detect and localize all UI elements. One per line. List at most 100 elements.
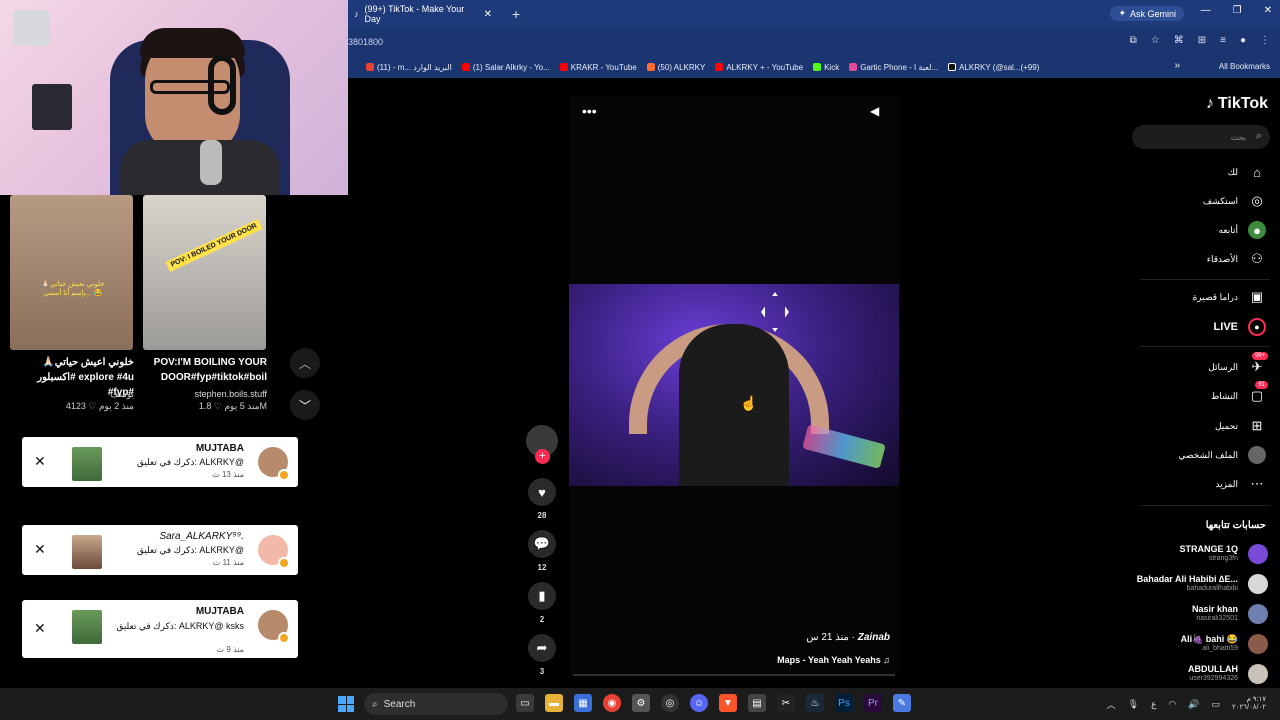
followed-account[interactable]: STRANGE 1Q strang3fn [1128, 542, 1268, 570]
video-author-name[interactable]: Zainab [858, 632, 890, 643]
brave-icon[interactable]: ▼ [719, 694, 737, 712]
video-stats: منذ 5 يوم ♡ 1.8M [143, 401, 267, 412]
like-button[interactable]: ♥ [528, 478, 556, 506]
followed-account[interactable]: Bahadar Ali Habibi ∆E... bahadurallhabib… [1128, 572, 1268, 600]
taskbar-search[interactable]: ⌕ Search [364, 693, 508, 715]
all-bookmarks-button[interactable]: All Bookmarks [1219, 62, 1270, 71]
bookmark-item[interactable]: ALKRKY + - YouTube [715, 63, 803, 72]
translate-icon[interactable]: ⧉ [1130, 35, 1137, 46]
notification-toast[interactable]: ✕ MUJTABA ذكرك في تعليق: ALKRKY@ منذ 13 … [22, 437, 298, 487]
close-icon[interactable]: ✕ [34, 620, 46, 637]
followed-account[interactable]: ABDULLAH user392994326 [1128, 662, 1268, 690]
nav-live[interactable]: LIVE ● [1126, 316, 1266, 338]
close-tab-icon[interactable]: ✕ [484, 9, 492, 20]
video-author[interactable]: stephen.boils.stuff [143, 389, 267, 399]
nav-upload[interactable]: تحميل ⊞ [1126, 415, 1266, 437]
search-icon: ⌕ [372, 698, 378, 710]
scroll-down-button[interactable]: ﹀ [290, 390, 320, 420]
nav-friends[interactable]: الأصدقاء ⚇ [1126, 248, 1266, 270]
queue-icon[interactable]: ≡ [1220, 35, 1226, 46]
wifi-icon[interactable]: ◠ [1168, 699, 1176, 710]
nav-following[interactable]: أتابعه ● [1126, 219, 1266, 241]
address-bar[interactable]: 3801800 ⧉ ☆ ⌘ ⊞ ≡ ● ⋮ [348, 28, 1280, 56]
bookmark-item[interactable]: (1) Salar Alkrky - Yo... [461, 63, 550, 72]
notification-toast[interactable]: ✕ Sara_ALKARKY⁹⁹. ذكرك في تعليق: ALKRKY@… [22, 525, 298, 575]
account-name: Bahadar Ali Habibi ∆E... [1136, 574, 1238, 584]
file-explorer-icon[interactable]: ▬ [545, 694, 563, 712]
video-progress-bar[interactable] [573, 674, 895, 676]
microphone-icon[interactable]: 🎙 [1128, 699, 1139, 710]
notepad-icon[interactable]: ✎ [893, 694, 911, 712]
bookmark-item[interactable]: Kick [813, 63, 839, 72]
video-author[interactable]: يوسف [10, 389, 134, 400]
capcut-icon[interactable]: ✂ [777, 694, 795, 712]
search-input[interactable]: بحث ⌕ [1132, 125, 1270, 149]
bookmark-item[interactable]: Gartic Phone - لعبة ا... [849, 63, 938, 72]
nav-for-you[interactable]: لك ⌂ [1126, 161, 1266, 183]
nav-activity[interactable]: النشاط ▢ 91 [1126, 381, 1268, 407]
bookmark-item[interactable]: KRAKR - YouTube [559, 63, 637, 72]
nav-more[interactable]: المزيد ⋯ [1126, 473, 1266, 495]
chevron-up-icon[interactable]: ︿ [1107, 698, 1116, 711]
more-bookmarks-icon[interactable]: » [1174, 60, 1180, 71]
new-tab-button[interactable]: + [512, 6, 520, 22]
url-text[interactable]: 3801800 [348, 37, 383, 47]
followed-account[interactable]: Nasir khan nasirali32501 [1128, 602, 1268, 630]
nav-profile[interactable]: الملف الشخصي [1126, 444, 1266, 466]
close-icon[interactable]: ✕ [34, 453, 46, 470]
browser-tab-tiktok[interactable]: ♪ (99+) TikTok - Make Your Day ✕ [348, 0, 498, 28]
app-icon[interactable]: ▤ [748, 694, 766, 712]
puzzle-icon[interactable]: ⊞ [1198, 35, 1206, 46]
followed-account[interactable]: Ali🍇 bahi 😂 ali_bhatti59 [1128, 632, 1268, 660]
comment-button[interactable]: 💬 [528, 530, 556, 558]
tiktok-logo[interactable]: ♪ TikTok [1206, 95, 1268, 113]
video-author-line[interactable]: منذ 21 س · Zainab [770, 632, 890, 643]
save-button[interactable]: ▮ [528, 582, 556, 610]
video-song[interactable]: Maps - Yeah Yeah Yeahs ♫ [730, 655, 890, 665]
bookmark-star-icon[interactable]: ☆ [1151, 35, 1160, 46]
account-name: STRANGE 1Q [1179, 544, 1238, 554]
bookmark-item[interactable]: (50) ALKRKY [646, 63, 705, 72]
windows-taskbar: ⌕ Search ▭ ▬ ▦ ◉ ⚙ ◎ ☺ ▼ ▤ ✂ ♨ Ps Pr ✎ ︿… [0, 688, 1280, 720]
mouse-cursor-icon: ☝ [740, 395, 758, 411]
more-options-icon[interactable]: ••• [582, 103, 597, 119]
taskbar-search-label: Search [383, 698, 416, 710]
battery-icon[interactable]: ▭ [1212, 699, 1221, 710]
share-button[interactable]: ➦ [528, 634, 556, 662]
photoshop-icon[interactable]: Ps [835, 694, 853, 712]
nav-messages[interactable]: الرسائل ✈ 99+ [1126, 352, 1268, 378]
system-clock[interactable]: ٩:١٧ م ٢٠٢٦/٠٨/٠٢ [1232, 696, 1266, 713]
bookmark-item[interactable]: (11) - m... البريد الوارد [366, 63, 452, 72]
restore-icon[interactable]: ❐ [1233, 5, 1242, 16]
obs-icon[interactable]: ◎ [661, 694, 679, 712]
video-thumbnail[interactable]: خلوني نعيش حياتي🙏🏻 بإسم أنا أسمي... 😂 [10, 195, 133, 350]
volume-icon[interactable]: 🔊 [1188, 699, 1199, 710]
notification-toast[interactable]: ✕ MUJTABA ذكرك في تعليق: ALKRKY@ ksks من… [22, 600, 298, 658]
settings-icon[interactable]: ⚙ [632, 694, 650, 712]
clock-date: ٢٠٢٦/٠٨/٠٢ [1232, 704, 1266, 712]
scroll-up-button[interactable]: ︿ [290, 348, 320, 378]
windows-start-icon[interactable] [338, 696, 354, 712]
bookmark-item[interactable]: ALKRKY (@sal...(+99) [948, 63, 1039, 72]
follow-plus-button[interactable]: + [535, 449, 550, 464]
video-thumbnail[interactable]: POV: I BOILED YOUR DOOR [143, 195, 266, 350]
close-window-icon[interactable]: ✕ [1264, 5, 1272, 16]
chrome-icon[interactable]: ◉ [603, 694, 621, 712]
task-view-icon[interactable]: ▭ [516, 694, 534, 712]
volume-icon[interactable]: ◀ [870, 104, 879, 118]
steam-icon[interactable]: ♨ [806, 694, 824, 712]
close-icon[interactable]: ✕ [34, 541, 46, 558]
discord-icon[interactable]: ☺ [690, 694, 708, 712]
profile-avatar-icon[interactable]: ● [1240, 35, 1246, 46]
video-caption[interactable]: POV:I'M BOILING YOUR DOOR#fyp#tiktok#boi… [143, 355, 267, 385]
minimize-icon[interactable]: — [1201, 5, 1211, 16]
premiere-icon[interactable]: Pr [864, 694, 882, 712]
video-frame[interactable] [569, 284, 899, 486]
extension-icon[interactable]: ⌘ [1174, 35, 1184, 46]
nav-explore[interactable]: استكشف ◎ [1126, 190, 1266, 212]
store-icon[interactable]: ▦ [574, 694, 592, 712]
menu-kebab-icon[interactable]: ⋮ [1260, 35, 1270, 46]
nav-short-drama[interactable]: دراما قصيرة ▣ [1126, 286, 1266, 308]
language-indicator[interactable]: ع [1151, 699, 1156, 710]
ask-gemini-button[interactable]: ✦ Ask Gemini [1110, 6, 1184, 21]
